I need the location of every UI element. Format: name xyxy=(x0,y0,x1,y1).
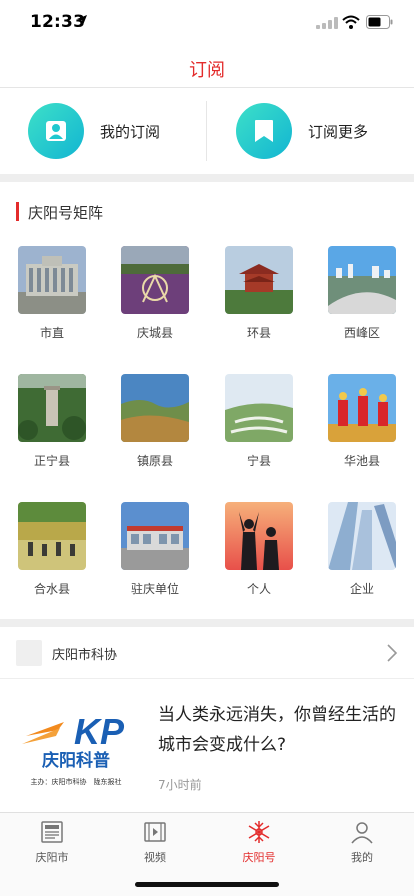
snowflake-emblem-icon xyxy=(248,821,270,843)
matrix-item-ningxian[interactable]: 宁县 xyxy=(224,374,294,469)
source-row[interactable]: 庆阳市科协 xyxy=(0,627,414,679)
section-gap xyxy=(0,619,414,627)
tab-video[interactable]: 视频 xyxy=(115,819,195,865)
matrix-item-xifeng[interactable]: 西峰区 xyxy=(327,246,397,341)
svg-text:庆阳科普: 庆阳科普 xyxy=(42,750,110,771)
lavender-field-thumbnail xyxy=(121,246,189,314)
matrix-item-label: 企业 xyxy=(349,582,374,596)
city-aerial-thumbnail xyxy=(328,246,396,314)
my-subscriptions-label: 我的订阅 xyxy=(100,122,161,141)
tab-qingyang-hao[interactable]: 庆阳号 xyxy=(219,819,299,865)
matrix-item-shizhi[interactable]: 市直 xyxy=(17,246,87,341)
source-name: 庆阳市科协 xyxy=(52,648,118,663)
source-avatar xyxy=(16,640,42,666)
tower-forest-thumbnail xyxy=(18,374,86,442)
matrix-item-zhuqing[interactable]: 驻庆单位 xyxy=(120,502,190,597)
tab-label: 庆阳市 xyxy=(35,851,69,864)
article-card[interactable]: KP 庆阳科普 主办：庆阳市科协 陇东报社 当人类永远消失，你曾经生活的城市会变… xyxy=(0,680,414,808)
more-subscriptions-button[interactable]: 订阅更多 xyxy=(236,103,368,159)
my-subscriptions-button[interactable]: 我的订阅 xyxy=(28,103,160,159)
matrix-item-qiye[interactable]: 企业 xyxy=(327,502,397,597)
battery-icon xyxy=(366,15,393,29)
festival-dancers-thumbnail xyxy=(328,374,396,442)
sunset-people-thumbnail xyxy=(225,502,293,570)
valley-thumbnail xyxy=(121,374,189,442)
nav-bar: 订阅 xyxy=(0,44,414,88)
article-time: 7小时前 xyxy=(158,778,202,792)
section-marker xyxy=(16,202,19,221)
matrix-item-label: 宁县 xyxy=(246,454,271,468)
subscription-row: 我的订阅 订阅更多 xyxy=(0,89,414,174)
terrace-thumbnail xyxy=(225,374,293,442)
tab-label: 我的 xyxy=(351,851,373,864)
bookmark-icon xyxy=(236,103,292,159)
matrix-item-label: 市直 xyxy=(39,326,64,340)
government-building-thumbnail xyxy=(18,246,86,314)
newspaper-icon xyxy=(41,821,63,843)
film-icon xyxy=(144,822,166,842)
matrix-item-geren[interactable]: 个人 xyxy=(224,502,294,597)
more-subscriptions-label: 订阅更多 xyxy=(308,122,369,141)
location-arrow-icon xyxy=(77,15,87,25)
matrix-item-label: 庆城县 xyxy=(136,326,173,340)
matrix-item-huachi[interactable]: 华池县 xyxy=(327,374,397,469)
matrix-item-label: 华池县 xyxy=(343,454,380,468)
matrix-item-huanxian[interactable]: 环县 xyxy=(224,246,294,341)
section-gap xyxy=(0,174,414,182)
tab-qingyang-city[interactable]: 庆阳市 xyxy=(12,819,92,865)
matrix-header: 庆阳号矩阵 xyxy=(0,194,414,228)
status-bar: 12:33 xyxy=(0,0,414,44)
wifi-icon xyxy=(342,15,360,29)
matrix-item-label: 个人 xyxy=(246,582,271,596)
person-icon xyxy=(351,822,373,844)
matrix-item-label: 驻庆单位 xyxy=(130,582,179,596)
skyscraper-thumbnail xyxy=(328,502,396,570)
divider xyxy=(206,101,207,161)
matrix-item-label: 正宁县 xyxy=(33,454,70,468)
farmers-field-thumbnail xyxy=(18,502,86,570)
matrix-item-label: 西峰区 xyxy=(343,326,380,340)
matrix-title: 庆阳号矩阵 xyxy=(28,204,104,222)
home-indicator xyxy=(135,882,279,887)
tab-label: 庆阳号 xyxy=(242,851,276,864)
tab-label: 视频 xyxy=(144,851,166,864)
matrix-item-zhengning[interactable]: 正宁县 xyxy=(17,374,87,469)
svg-text:KP: KP xyxy=(74,711,125,752)
chevron-right-icon xyxy=(387,644,398,662)
office-building-thumbnail xyxy=(121,502,189,570)
pagoda-thumbnail xyxy=(225,246,293,314)
matrix-item-label: 环县 xyxy=(246,326,271,340)
matrix-item-label: 镇原县 xyxy=(136,454,173,468)
matrix-item-label: 合水县 xyxy=(33,582,70,596)
page-title: 订阅 xyxy=(189,60,225,81)
article-title: 当人类永远消失，你曾经生活的城市会变成什么? xyxy=(158,705,396,755)
user-icon xyxy=(28,103,84,159)
matrix-item-qingcheng[interactable]: 庆城县 xyxy=(120,246,190,341)
matrix-item-zhenyuan[interactable]: 镇原县 xyxy=(120,374,190,469)
svg-text:主办：庆阳市科协 陇东报社: 主办：庆阳市科协 陇东报社 xyxy=(31,777,122,786)
kp-science-logo: KP 庆阳科普 主办：庆阳市科协 陇东报社 xyxy=(16,696,136,792)
tab-mine[interactable]: 我的 xyxy=(322,819,402,865)
cellular-signal-icon xyxy=(316,17,338,29)
matrix-item-heshui[interactable]: 合水县 xyxy=(17,502,87,597)
